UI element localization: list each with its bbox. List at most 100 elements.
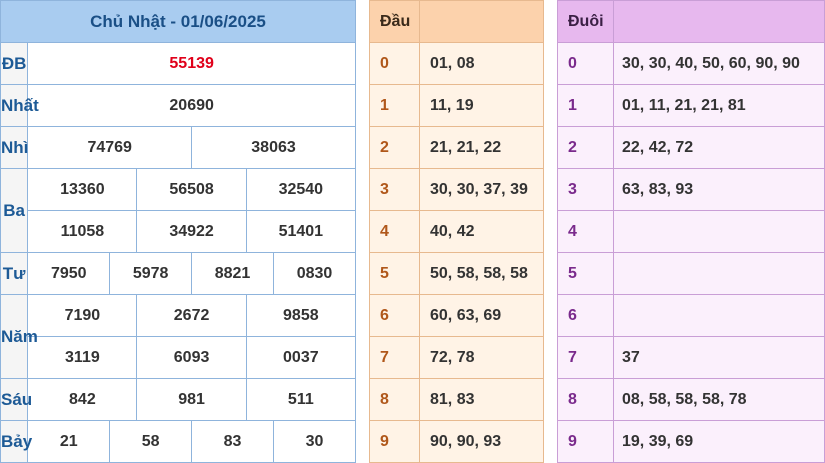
- prize-value-tu: 8821: [191, 252, 274, 295]
- duoi-values: [613, 294, 825, 337]
- duoi-key: 2: [557, 126, 614, 169]
- prize-value-sau: 981: [136, 378, 247, 421]
- prize-label-bay: Bảy: [0, 420, 32, 463]
- duoi-values: 37: [613, 336, 825, 379]
- prize-label-ba: Ba: [0, 168, 29, 253]
- prize-value-nam: 0037: [245, 336, 357, 379]
- prize-value-tu: 0830: [272, 252, 357, 295]
- dau-key: 8: [369, 378, 420, 421]
- dau-row: 5 50, 58, 58, 58: [369, 252, 544, 295]
- duoi-row: 2 22, 42, 72: [557, 126, 825, 169]
- results-table: Chủ Nhật - 01/06/2025 ĐB 55139 Nhất 2069…: [0, 0, 357, 463]
- dau-key: 9: [369, 420, 420, 463]
- prize-value-nhi: 74769: [27, 126, 193, 169]
- duoi-values: 63, 83, 93: [613, 168, 825, 211]
- duoi-row: 1 01, 11, 21, 21, 81: [557, 84, 825, 127]
- prize-value-nam: 2672: [136, 294, 247, 337]
- duoi-values: 19, 39, 69: [613, 420, 825, 463]
- duoi-row: 3 63, 83, 93: [557, 168, 825, 211]
- prize-value-nam: 3119: [27, 336, 138, 379]
- dau-values: 50, 58, 58, 58: [419, 252, 544, 295]
- dau-values: 72, 78: [419, 336, 544, 379]
- duoi-row: 8 08, 58, 58, 58, 78: [557, 378, 825, 421]
- prize-label-sau: Sáu: [0, 378, 32, 421]
- dau-row: 9 90, 90, 93: [369, 420, 544, 463]
- dau-key: 3: [369, 168, 420, 211]
- prize-label-db: ĐB: [0, 42, 29, 85]
- prize-row-ba: Ba 13360 56508 32540: [0, 168, 357, 253]
- dau-key: 0: [369, 42, 420, 85]
- prize-row-db: ĐB 55139: [0, 42, 356, 85]
- prize-value-bay: 21: [27, 420, 111, 463]
- duoi-key: 3: [557, 168, 614, 211]
- dau-header: Đầu: [369, 0, 420, 43]
- duoi-table: Đuôi 0 30, 30, 40, 50, 60, 90, 90 1 01, 11…: [557, 0, 825, 463]
- prize-value-tu: 7950: [27, 252, 111, 295]
- duoi-key: 7: [557, 336, 614, 379]
- dau-key: 4: [369, 210, 420, 253]
- prize-value-sau: 842: [27, 378, 138, 421]
- prize-label-nhat: Nhất: [0, 84, 39, 127]
- prize-row-nhat: Nhất 20690: [0, 84, 356, 127]
- dau-panel: Đầu 0 01, 08 1 11, 19 2 21, 21, 22 3 30, 30,…: [369, 0, 544, 463]
- prize-value-nam: 6093: [136, 336, 247, 379]
- dau-row: 8 81, 83: [369, 378, 544, 421]
- prize-row-nam: 3119 6093 0037: [1, 336, 357, 379]
- dau-values: 60, 63, 69: [419, 294, 544, 337]
- lottery-results-panel: Chủ Nhật - 01/06/2025 ĐB 55139 Nhất 2069…: [0, 0, 357, 463]
- prize-label-tu: Tư: [0, 252, 29, 295]
- dau-key: 1: [369, 84, 420, 127]
- duoi-values: 30, 30, 40, 50, 60, 90, 90: [613, 42, 825, 85]
- dau-row: 4 40, 42: [369, 210, 544, 253]
- dau-row: 6 60, 63, 69: [369, 294, 544, 337]
- duoi-panel: Đuôi 0 30, 30, 40, 50, 60, 90, 90 1 01, 11…: [557, 0, 825, 463]
- prize-row-nhi: Nhì 74769 38063: [0, 126, 356, 169]
- duoi-values: [613, 252, 825, 295]
- prize-label-nam: Năm: [0, 294, 38, 379]
- duoi-header-blank: [613, 0, 825, 43]
- duoi-values: 22, 42, 72: [613, 126, 825, 169]
- dau-row: 2 21, 21, 22: [369, 126, 544, 169]
- dau-row: 7 72, 78: [369, 336, 544, 379]
- prize-value-sau: 511: [245, 378, 357, 421]
- duoi-key: 8: [557, 378, 614, 421]
- duoi-row: 4: [557, 210, 825, 253]
- prize-value-ba: 13360: [27, 168, 138, 211]
- dau-table: Đầu 0 01, 08 1 11, 19 2 21, 21, 22 3 30, 30,…: [369, 0, 544, 463]
- duoi-row: 0 30, 30, 40, 50, 60, 90, 90: [557, 42, 825, 85]
- duoi-row: 7 37: [557, 336, 825, 379]
- prize-row-nam: Năm 7190 2672 9858: [0, 294, 357, 379]
- prize-value-bay: 30: [272, 420, 357, 463]
- dau-key: 7: [369, 336, 420, 379]
- prize-value-ba: 51401: [245, 210, 357, 253]
- prize-value-nhi: 38063: [191, 126, 356, 169]
- dau-row: 3 30, 30, 37, 39: [369, 168, 544, 211]
- prize-value-ba: 11058: [27, 210, 138, 253]
- duoi-values: 01, 11, 21, 21, 81: [613, 84, 825, 127]
- prize-value-nam: 9858: [245, 294, 357, 337]
- dau-values: 30, 30, 37, 39: [419, 168, 544, 211]
- prize-value-ba: 34922: [136, 210, 247, 253]
- dau-key: 2: [369, 126, 420, 169]
- duoi-key: 9: [557, 420, 614, 463]
- duoi-header: Đuôi: [557, 0, 614, 43]
- prize-row-tu: Tư 7950 5978 8821 0830: [0, 252, 357, 295]
- dau-values: 40, 42: [419, 210, 544, 253]
- dau-row: 0 01, 08: [369, 42, 544, 85]
- duoi-key: 5: [557, 252, 614, 295]
- duoi-key: 1: [557, 84, 614, 127]
- duoi-row: 6: [557, 294, 825, 337]
- dau-values: 90, 90, 93: [419, 420, 544, 463]
- dau-key: 6: [369, 294, 420, 337]
- duoi-key: 0: [557, 42, 614, 85]
- prize-value-nam: 7190: [27, 294, 138, 337]
- prize-row-sau: Sáu 842 981 511: [0, 378, 357, 421]
- prize-value-tu: 5978: [109, 252, 193, 295]
- duoi-key: 4: [557, 210, 614, 253]
- duoi-values: [613, 210, 825, 253]
- duoi-values: 08, 58, 58, 58, 78: [613, 378, 825, 421]
- prize-value-ba: 56508: [136, 168, 247, 211]
- dau-values: 21, 21, 22: [419, 126, 544, 169]
- prize-row-bay: Bảy 21 58 83 30: [0, 420, 357, 463]
- duoi-row: 5: [557, 252, 825, 295]
